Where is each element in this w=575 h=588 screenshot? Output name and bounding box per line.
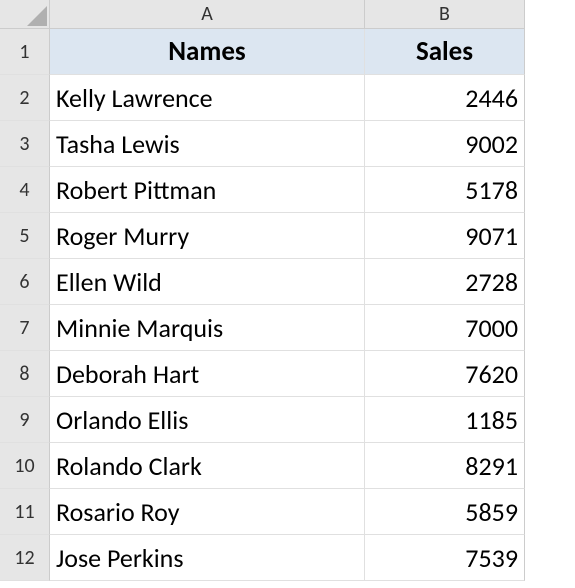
row-header-5[interactable]: 5 <box>0 213 50 259</box>
cell-a9[interactable]: Orlando Ellis <box>50 397 365 443</box>
sales-value: 9071 <box>465 220 518 252</box>
name-value: Robert Pittman <box>56 174 216 206</box>
sales-value: 7620 <box>465 358 518 390</box>
name-value: Jose Perkins <box>56 542 184 574</box>
name-value: Orlando Ellis <box>56 404 188 436</box>
column-header-b[interactable]: B <box>365 0 525 29</box>
name-value: Roger Murry <box>56 220 189 252</box>
name-value: Kelly Lawrence <box>56 82 213 114</box>
cell-b11[interactable]: 5859 <box>365 489 525 535</box>
sales-value: 7000 <box>465 312 518 344</box>
row-header-4[interactable]: 4 <box>0 167 50 213</box>
row-header-11[interactable]: 11 <box>0 489 50 535</box>
cell-b6[interactable]: 2728 <box>365 259 525 305</box>
sales-value: 7539 <box>465 542 518 574</box>
cell-b1[interactable]: Sales <box>365 29 525 75</box>
select-all-corner[interactable] <box>0 0 50 29</box>
name-value: Tasha Lewis <box>56 128 180 160</box>
row-header-1[interactable]: 1 <box>0 29 50 75</box>
row-header-3[interactable]: 3 <box>0 121 50 167</box>
sales-value: 8291 <box>465 450 518 482</box>
cell-a10[interactable]: Rolando Clark <box>50 443 365 489</box>
cell-b3[interactable]: 9002 <box>365 121 525 167</box>
cell-b10[interactable]: 8291 <box>365 443 525 489</box>
header-sales: Sales <box>416 35 473 68</box>
row-header-10[interactable]: 10 <box>0 443 50 489</box>
name-value: Minnie Marquis <box>56 312 223 344</box>
cell-a3[interactable]: Tasha Lewis <box>50 121 365 167</box>
row-header-6[interactable]: 6 <box>0 259 50 305</box>
cell-b12[interactable]: 7539 <box>365 535 525 581</box>
column-header-a[interactable]: A <box>50 0 365 29</box>
cell-b2[interactable]: 2446 <box>365 75 525 121</box>
sales-value: 5178 <box>465 174 518 206</box>
cell-b9[interactable]: 1185 <box>365 397 525 443</box>
name-value: Deborah Hart <box>56 358 199 390</box>
cell-b4[interactable]: 5178 <box>365 167 525 213</box>
row-header-9[interactable]: 9 <box>0 397 50 443</box>
sales-value: 1185 <box>465 404 518 436</box>
cell-a2[interactable]: Kelly Lawrence <box>50 75 365 121</box>
cell-a1[interactable]: Names <box>50 29 365 75</box>
name-value: Ellen Wild <box>56 266 162 298</box>
cell-a4[interactable]: Robert Pittman <box>50 167 365 213</box>
cell-a5[interactable]: Roger Murry <box>50 213 365 259</box>
cell-b7[interactable]: 7000 <box>365 305 525 351</box>
header-names: Names <box>168 35 245 68</box>
row-header-2[interactable]: 2 <box>0 75 50 121</box>
sales-value: 2728 <box>465 266 518 298</box>
name-value: Rosario Roy <box>56 496 179 528</box>
sales-value: 9002 <box>465 128 518 160</box>
sales-value: 5859 <box>465 496 518 528</box>
row-header-7[interactable]: 7 <box>0 305 50 351</box>
spreadsheet-grid[interactable]: A B 1 Names Sales 2 Kelly Lawrence 2446 … <box>0 0 575 581</box>
cell-b5[interactable]: 9071 <box>365 213 525 259</box>
cell-a12[interactable]: Jose Perkins <box>50 535 365 581</box>
name-value: Rolando Clark <box>56 450 202 482</box>
cell-a6[interactable]: Ellen Wild <box>50 259 365 305</box>
row-header-8[interactable]: 8 <box>0 351 50 397</box>
cell-b8[interactable]: 7620 <box>365 351 525 397</box>
cell-a8[interactable]: Deborah Hart <box>50 351 365 397</box>
sales-value: 2446 <box>465 82 518 114</box>
cell-a11[interactable]: Rosario Roy <box>50 489 365 535</box>
cell-a7[interactable]: Minnie Marquis <box>50 305 365 351</box>
row-header-12[interactable]: 12 <box>0 535 50 581</box>
